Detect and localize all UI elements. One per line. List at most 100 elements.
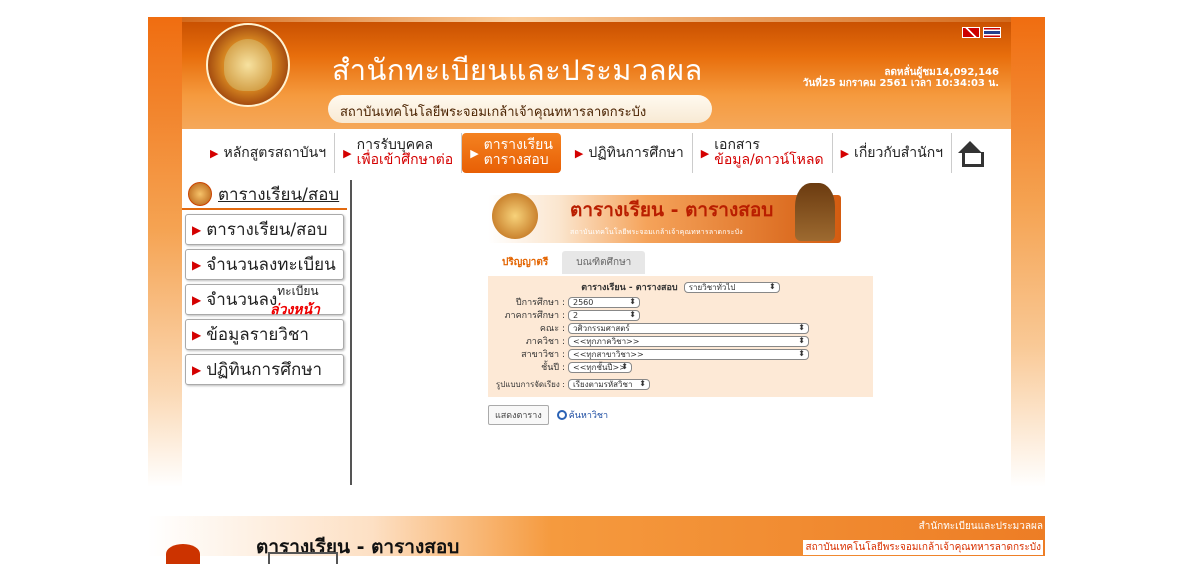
nav-sublabel: ตารางสอบ	[483, 152, 549, 168]
department-select[interactable]: <<ทุกภาควิชา>>	[568, 335, 809, 347]
field-label: ปีการศึกษา :	[515, 298, 565, 308]
footer-logo-icon	[166, 544, 200, 564]
advance-badge: ล่วงหน้า	[270, 302, 320, 318]
nav-label: การรับบุคคล	[356, 137, 434, 153]
major-select[interactable]: <<ทุกสาขาวิชา>>	[568, 348, 809, 360]
arrow-right-icon: ▶	[192, 222, 202, 237]
sidebar-item-schedule[interactable]: ▶ ตารางเรียน/สอบ	[185, 214, 344, 245]
nav-label: ปฏิทินการศึกษา	[588, 144, 684, 161]
tab-graduate[interactable]: บณฑิตศึกษา	[562, 251, 646, 274]
form-row: ปีการศึกษา :2560	[488, 296, 873, 308]
nav-about[interactable]: ▶ เกี่ยวกับสำนักฯ	[833, 133, 953, 173]
field-label: ภาควิชา :	[525, 337, 565, 347]
english-flag-icon[interactable]	[962, 27, 980, 38]
nav-curriculum[interactable]: ▶ หลักสูตรสถาบันฯ	[202, 133, 336, 173]
field-label: ภาคการศึกษา :	[504, 311, 565, 321]
footer-banner: ตารางเรียน - ตารางสอบ สำนักทะเบียนและประ…	[148, 516, 1045, 564]
tab-bachelor[interactable]: ปริญญาตรี	[488, 251, 563, 274]
form-row: ภาคการศึกษา :2	[488, 309, 873, 321]
left-decoration	[148, 17, 182, 487]
seal-icon	[188, 182, 212, 206]
arrow-right-icon: ▶	[192, 257, 202, 272]
nav-admission[interactable]: ▶ การรับบุคคล เพื่อเข้าศึกษาต่อ	[335, 133, 463, 173]
counter-line-2: วันที่25 มกราคม 2561 เวลา 10:34:03 น.	[802, 78, 999, 89]
arrow-right-icon: ▶	[840, 146, 850, 160]
field-label: ชั้นปี :	[541, 363, 565, 373]
home-icon[interactable]	[956, 139, 985, 167]
field-label: สาขาวิชา :	[521, 350, 565, 360]
sort-select[interactable]: เรียงตามรหัสวิชา	[568, 378, 650, 390]
site-header: สำนักทะเบียนและประมวลผล สถาบันเทคโนโลยีพ…	[182, 17, 1011, 129]
arrow-right-icon: ▶	[192, 362, 202, 377]
faculty-select[interactable]: วศิวกรรมศาสตร์	[568, 322, 809, 334]
page-frame: สำนักทะเบียนและประมวลผล สถาบันเทคโนโลยีพ…	[148, 17, 1045, 487]
language-switcher	[962, 27, 1001, 38]
nav-label: เกี่ยวกับสำนักฯ	[854, 144, 944, 161]
degree-tabs: ปริญญาตรี บณฑิตศึกษา	[488, 251, 873, 274]
sidebar-item-label: ปฏิทินการศึกษา	[206, 360, 323, 380]
arrow-right-icon: ▶	[700, 146, 710, 160]
arrow-right-icon: ▶	[210, 146, 219, 160]
form-row: สาขาวิชา : <<ทุกสาขาวิชา>>	[488, 348, 873, 360]
field-label: คณะ :	[539, 324, 565, 334]
show-schedule-button[interactable]: แสดงตาราง	[488, 405, 549, 425]
footer-institute-name: สถาบันเทคโนโลยีพระจอมเกล้าเจ้าคุณทหารลาด…	[803, 540, 1043, 555]
site-subtitle: สถาบันเทคโนโลยีพระจอมเกล้าเจ้าคุณทหารลาด…	[328, 95, 712, 123]
sidebar-item-label: จำนวนลงทะเบียน	[206, 255, 336, 275]
search-course-link[interactable]: ค้นหาวิชา	[569, 408, 608, 422]
sidebar-item-label: ข้อมูลรายวิชา	[206, 325, 309, 345]
banner-title: ตารางเรียน - ตารางสอบ	[570, 199, 774, 221]
main-nav: ▶ หลักสูตรสถาบันฯ ▶ การรับบุคคล เพื่อเข้า…	[182, 129, 1011, 177]
sidebar-item-course-info[interactable]: ▶ ข้อมูลรายวิชา	[185, 319, 344, 350]
form-row: ภาควิชา : <<ทุกภาควิชา>>	[488, 335, 873, 347]
thai-flag-icon[interactable]	[983, 27, 1001, 38]
arrow-right-icon: ▶	[192, 292, 202, 307]
seal-icon	[492, 193, 538, 239]
site-title: สำนักทะเบียนและประมวลผล	[332, 55, 703, 87]
schedule-banner: ตารางเรียน - ตารางสอบ สถาบันเทคโนโลยีพระ…	[488, 183, 841, 243]
form-title: ตารางเรียน - ตารางสอบ	[581, 283, 678, 293]
form-actions: แสดงตาราง ค้นหาวิชา	[488, 405, 608, 425]
arrow-right-icon: ▶	[192, 327, 202, 342]
nav-label: ตารางเรียน	[483, 137, 553, 153]
sidebar-item-advance-registration[interactable]: ▶ จำนวนลง ทะเบียน ล่วงหน้า	[185, 284, 344, 318]
semester-select[interactable]: 2	[568, 309, 640, 321]
sidebar-item-registration-count[interactable]: ▶ จำนวนลงทะเบียน	[185, 249, 344, 280]
sidebar-heading-label: ตารางเรียน/สอบ	[218, 184, 340, 205]
footer-office-name: สำนักทะเบียนและประมวลผล	[918, 521, 1043, 532]
visitor-counter: ลดหลั่นผู้ชม14,092,146 วันที่25 มกราคม 2…	[803, 67, 999, 89]
sidebar-item-label: ตารางเรียน/สอบ	[206, 220, 328, 240]
header-topline	[182, 17, 1011, 22]
search-icon	[556, 410, 567, 420]
banner-subtitle: สถาบันเทคโนโลยีพระจอมเกล้าเจ้าคุณทหารลาด…	[570, 228, 743, 236]
schedule-type-select[interactable]: รายวิชาทั่วไป	[683, 282, 780, 293]
nav-sublabel: เพื่อเข้าศึกษาต่อ	[356, 152, 454, 168]
arrow-right-icon: ▶	[470, 146, 479, 160]
arrow-right-icon: ▶	[574, 146, 584, 160]
form-title-row: ตารางเรียน - ตารางสอบ รายวิชาทั่วไป	[488, 278, 873, 296]
nav-schedule[interactable]: ▶ ตารางเรียน ตารางสอบ	[462, 133, 561, 173]
counter-line-1: ลดหลั่นผู้ชม14,092,146	[884, 67, 999, 78]
year-level-select[interactable]: <<ทุกชั้นปี>>	[568, 361, 632, 373]
field-label: รูปแบบการจัดเรียง :	[495, 379, 565, 389]
year-select[interactable]: 2560	[568, 296, 640, 308]
sidebar-heading[interactable]: ตารางเรียน/สอบ	[182, 180, 347, 210]
sidebar: ตารางเรียน/สอบ ▶ ตารางเรียน/สอบ ▶ จำนวนลงท…	[182, 180, 352, 485]
statue-image	[795, 183, 835, 241]
sidebar-item-label: จำนวนลง	[206, 290, 278, 310]
nav-sublabel: ข้อมูล/ดาวน์โหลด	[714, 152, 824, 168]
right-decoration	[1011, 17, 1045, 487]
university-seal-icon	[206, 23, 290, 107]
form-row: รูปแบบการจัดเรียง : เรียงตามรหัสวิชา	[488, 374, 873, 394]
nav-documents[interactable]: ▶ เอกสาร ข้อมูล/ดาวน์โหลด	[693, 133, 833, 173]
form-row: คณะ : วศิวกรรมศาสตร์	[488, 322, 873, 334]
main-content: ตารางเรียน - ตารางสอบ สถาบันเทคโนโลยีพระ…	[488, 183, 873, 397]
search-form: ตารางเรียน - ตารางสอบ รายวิชาทั่วไป ปีกา…	[488, 276, 873, 397]
arrow-right-icon: ▶	[343, 146, 352, 160]
nav-label: หลักสูตรสถาบันฯ	[223, 144, 327, 161]
sidebar-item-calendar[interactable]: ▶ ปฏิทินการศึกษา	[185, 354, 344, 385]
nav-label: เอกสาร	[714, 137, 760, 153]
form-row: ชั้นปี : <<ทุกชั้นปี>>	[488, 361, 873, 373]
footer-box	[268, 552, 338, 564]
nav-calendar[interactable]: ▶ ปฏิทินการศึกษา	[567, 133, 693, 173]
